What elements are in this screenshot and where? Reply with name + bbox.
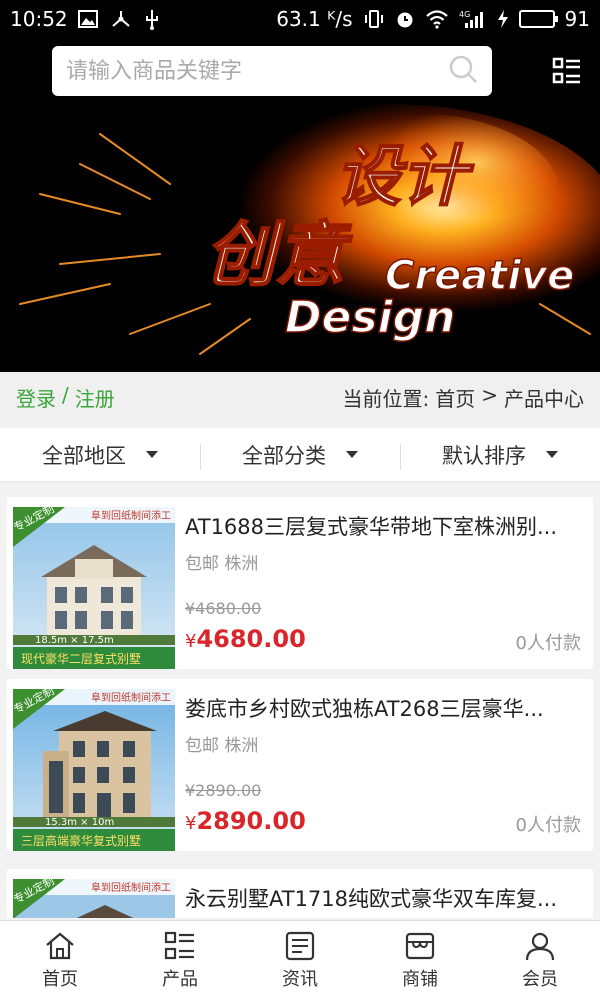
filter-region-label: 全部地区 <box>42 443 126 468</box>
product-card[interactable]: 阜到回纸制间添工 专业定制 18.5m × 17.5m 现代豪华二层复式别墅 A… <box>7 497 593 669</box>
thumb-top-text: 阜到回纸制间添工 <box>91 881 171 894</box>
sales-count: 0人付款 <box>515 633 581 654</box>
breadcrumb-prefix: 当前位置: <box>342 386 430 411</box>
nav-home[interactable]: 首页 <box>0 921 120 1000</box>
caret-down-icon <box>546 451 558 458</box>
caret-down-icon <box>146 451 158 458</box>
usb-icon <box>144 8 160 30</box>
login-register: 登录 / 注册 <box>16 383 115 412</box>
currency-symbol: ¥ <box>185 813 197 834</box>
login-separator: / <box>62 382 69 407</box>
register-link[interactable]: 注册 <box>75 383 115 412</box>
signal-4g-icon: 4G <box>459 9 487 29</box>
banner-zh-line2: 创意 <box>205 214 353 296</box>
charging-icon <box>497 9 509 29</box>
product-card[interactable]: 阜到回纸制间添工 专业定制 永云别墅AT1718纯欧式豪华双车库复... <box>7 869 593 918</box>
product-title[interactable]: 永云别墅AT1718纯欧式豪华双车库复... <box>185 883 581 913</box>
nav-products-label: 产品 <box>162 968 198 990</box>
filter-category[interactable]: 全部分类 <box>200 440 400 470</box>
price-value: 2890.00 <box>196 807 306 835</box>
filter-region[interactable]: 全部地区 <box>0 440 200 470</box>
product-thumbnail[interactable]: 阜到回纸制间添工 专业定制 18.5m × 17.5m 现代豪华二层复式别墅 <box>13 507 175 669</box>
banner[interactable]: 设计 创意 Creative Design <box>0 104 600 372</box>
banner-zh-line1: 设计 <box>335 138 475 215</box>
nav-shop[interactable]: 商铺 <box>360 921 480 1000</box>
location-bar: 登录 / 注册 当前位置: 首页 > 产品中心 <box>0 372 600 422</box>
status-bar: 10:52 63.1 ᴷ/s 4G 91 <box>0 0 600 38</box>
product-card[interactable]: 阜到回纸制间添工 专业定制 15.3m × 10m 三层高端豪华复式别墅 娄底市… <box>7 679 593 851</box>
product-price: ¥2890.00 <box>185 807 306 835</box>
thumb-size: 15.3m × 10m <box>45 817 114 828</box>
thumb-caption: 现代豪华二层复式别墅 <box>21 651 141 666</box>
breadcrumb-home[interactable]: 首页 <box>435 383 475 412</box>
alarm-icon <box>395 9 415 29</box>
breadcrumb-current: 产品中心 <box>504 386 584 411</box>
thumb-caption: 三层高端豪华复式别墅 <box>21 833 141 848</box>
product-thumbnail[interactable]: 阜到回纸制间添工 专业定制 <box>13 879 175 918</box>
category-menu-icon[interactable] <box>550 54 584 88</box>
svg-text:4G: 4G <box>459 10 470 19</box>
banner-en-line2: Design <box>285 292 455 343</box>
wifi-icon <box>425 9 449 29</box>
filter-category-label: 全部分类 <box>242 443 326 468</box>
nav-member-label: 会员 <box>522 968 558 990</box>
caret-down-icon <box>346 451 358 458</box>
battery-icon <box>518 10 558 28</box>
product-thumbnail[interactable]: 阜到回纸制间添工 专业定制 15.3m × 10m 三层高端豪华复式别墅 <box>13 689 175 851</box>
original-price: ¥4680.00 <box>185 599 262 618</box>
nav-member[interactable]: 会员 <box>480 921 600 1000</box>
search-icon[interactable] <box>448 54 478 88</box>
product-tags: 包邮 株洲 <box>185 554 259 574</box>
nav-home-label: 首页 <box>42 968 78 990</box>
currency-symbol: ¥ <box>185 631 197 652</box>
filter-sort[interactable]: 默认排序 <box>400 440 600 470</box>
nav-news-label: 资讯 <box>282 968 318 990</box>
banner-image: 设计 创意 Creative Design <box>0 104 600 372</box>
network-speed: 63.1 ᴷ/s <box>276 7 353 31</box>
bottom-nav: 首页 产品 资讯 商铺 会员 <box>0 920 600 1000</box>
header <box>0 38 600 104</box>
breadcrumb-arrow: > <box>481 382 498 407</box>
product-tags: 包邮 株洲 <box>185 736 259 756</box>
breadcrumb: 当前位置: 首页 > 产品中心 <box>342 383 584 412</box>
image-icon <box>77 10 98 28</box>
thumb-top-text: 阜到回纸制间添工 <box>91 691 171 704</box>
battery-percent: 91 <box>564 7 590 31</box>
thumb-size: 18.5m × 17.5m <box>35 635 114 646</box>
search-box[interactable] <box>52 46 492 96</box>
price-value: 4680.00 <box>196 625 306 653</box>
sales-count: 0人付款 <box>515 815 581 836</box>
thumb-top-text: 阜到回纸制间添工 <box>91 509 171 522</box>
product-title[interactable]: AT1688三层复式豪华带地下室株洲别... <box>185 511 581 541</box>
product-title[interactable]: 娄底市乡村欧式独栋AT268三层豪华... <box>185 693 581 723</box>
filter-bar: 全部地区 全部分类 默认排序 <box>0 428 600 482</box>
product-price: ¥4680.00 <box>185 625 306 653</box>
member-icon <box>525 932 555 960</box>
product-list-icon <box>164 931 194 959</box>
home-icon <box>46 932 74 959</box>
network-share-icon <box>110 9 132 29</box>
nav-news[interactable]: 资讯 <box>240 921 360 1000</box>
filter-sort-label: 默认排序 <box>442 443 526 468</box>
search-input[interactable] <box>66 58 448 84</box>
product-list: 阜到回纸制间添工 专业定制 18.5m × 17.5m 现代豪华二层复式别墅 A… <box>0 488 600 918</box>
news-icon <box>285 931 315 960</box>
nav-products[interactable]: 产品 <box>120 921 240 1000</box>
nav-shop-label: 商铺 <box>402 968 438 990</box>
login-link[interactable]: 登录 <box>16 383 56 412</box>
clock: 10:52 <box>10 7 68 31</box>
vibrate-icon <box>363 9 385 29</box>
original-price: ¥2890.00 <box>185 781 262 800</box>
shop-icon <box>405 932 435 959</box>
